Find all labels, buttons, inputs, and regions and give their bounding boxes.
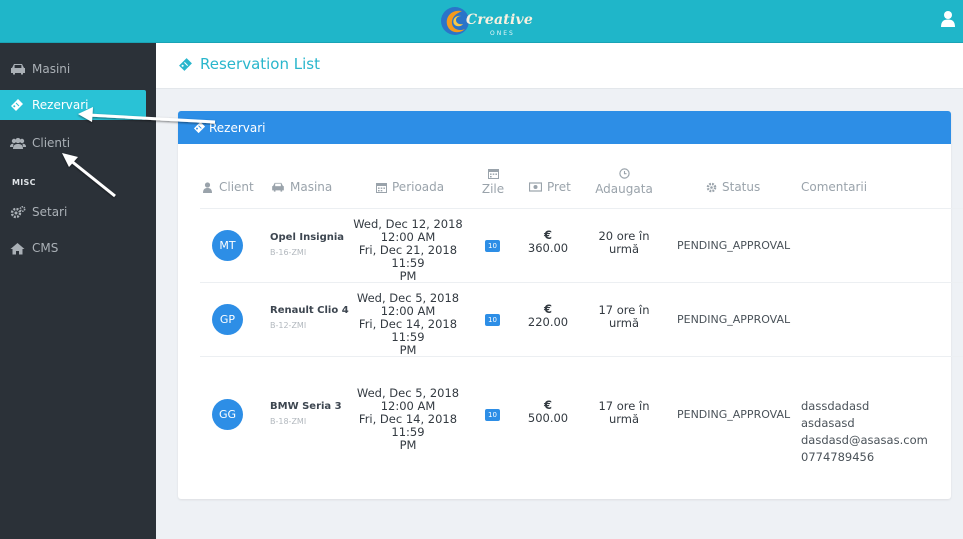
price: € 360.00 [518, 229, 578, 255]
column-pret[interactable]: Pret [529, 180, 571, 194]
period: Wed, Dec 5, 2018 12:00 AM Fri, Dec 14, 2… [343, 387, 473, 452]
added-line: urmă [608, 242, 640, 256]
sidebar-item-label: Masini [32, 62, 71, 76]
comment-line: asdasasd [801, 416, 855, 430]
column-status[interactable]: Status [706, 180, 760, 194]
car-icon [271, 182, 285, 193]
column-perioada[interactable]: Perioada [376, 180, 444, 194]
cogs-icon [10, 205, 26, 219]
comments: dassdadasd asdasasd dasdasd@asasas.com 0… [801, 398, 928, 466]
avatar: GP [212, 304, 243, 335]
gear-icon [706, 182, 717, 193]
comment-line: 0774789456 [801, 450, 875, 464]
column-label: Zile [481, 182, 505, 196]
brand-logo[interactable]: Creative ONES [440, 4, 533, 40]
annotation-arrows [62, 107, 216, 198]
arrow-to-clienti [62, 153, 116, 198]
card-header: Rezervari [178, 111, 951, 144]
added-line: urmă [608, 316, 640, 330]
column-label: Perioada [392, 180, 445, 194]
added-time: 20 ore în urmă [588, 230, 660, 256]
period-end: Fri, Dec 14, 2018 11:59 [358, 412, 458, 439]
period: Wed, Dec 12, 2018 12:00 AM Fri, Dec 21, … [343, 218, 473, 283]
car-plate: B-16-ZMI [270, 248, 307, 257]
calendar-icon [487, 168, 499, 180]
car-plate: B-12-ZMI [270, 321, 307, 330]
car-plate: B-18-ZMI [270, 417, 307, 426]
period-end: Fri, Dec 21, 2018 11:59 [358, 243, 458, 270]
period: Wed, Dec 5, 2018 12:00 AM Fri, Dec 14, 2… [343, 292, 473, 357]
top-bar: Creative ONES [0, 0, 963, 43]
car-name[interactable]: Renault Clio 4 [270, 305, 349, 316]
avatar: MT [212, 230, 243, 261]
sidebar-section-misc: MISC [12, 178, 36, 187]
user-icon[interactable] [941, 10, 955, 28]
period-end: Fri, Dec 14, 2018 11:59 [358, 317, 458, 344]
sidebar-item-masini[interactable]: Masini [0, 54, 156, 84]
column-comentarii[interactable]: Comentarii [801, 180, 867, 194]
avatar: GG [212, 399, 243, 430]
price: € 500.00 [518, 399, 578, 425]
column-adaugata[interactable]: Adaugata [594, 168, 654, 196]
column-label: Comentarii [801, 180, 868, 194]
column-label: Client [219, 180, 254, 194]
status-text: PENDING_APPROVAL [677, 239, 791, 252]
period-end-ampm: PM [399, 438, 417, 452]
reservations-card: Rezervari Client Masina Perioada Zile Pr… [178, 111, 963, 499]
status-text: PENDING_APPROVAL [677, 313, 791, 326]
ticket-icon [10, 98, 26, 112]
home-icon [10, 241, 26, 255]
sidebar-item-label: CMS [32, 241, 59, 255]
price-value: 360.00 [527, 241, 569, 255]
car-name[interactable]: BMW Seria 3 [270, 401, 342, 412]
page-header: Reservation List [156, 43, 963, 89]
column-label: Masina [290, 180, 333, 194]
row-divider [200, 356, 963, 357]
added-time: 17 ore în urmă [588, 400, 660, 426]
row-divider [200, 208, 963, 209]
clock-icon [618, 168, 630, 180]
column-zile[interactable]: Zile [480, 168, 506, 196]
brand-subtitle: ONES [490, 30, 515, 37]
days-badge: 10 [485, 409, 500, 421]
money-icon [529, 181, 542, 193]
added-line: urmă [608, 412, 640, 426]
row-divider [200, 282, 963, 283]
sidebar-item-cms[interactable]: CMS [0, 233, 156, 263]
comment-line: dassdadasd [801, 399, 870, 413]
ticket-icon [178, 57, 193, 72]
users-icon [10, 136, 26, 150]
comment-line: dasdasd@asasas.com [801, 433, 928, 447]
column-label: Adaugata [595, 182, 653, 196]
days-badge: 10 [485, 314, 500, 326]
column-masina[interactable]: Masina [271, 180, 332, 194]
price-value: 220.00 [527, 315, 569, 329]
arrow-to-rezervari [78, 107, 216, 124]
price-value: 500.00 [527, 411, 569, 425]
days-badge: 10 [485, 240, 500, 252]
page-title-text: Reservation List [200, 55, 320, 73]
added-time: 17 ore în urmă [588, 304, 660, 330]
car-icon [10, 62, 26, 76]
calendar-icon [376, 182, 387, 193]
price: € 220.00 [518, 303, 578, 329]
page-title: Reservation List [178, 55, 320, 73]
car-name[interactable]: Opel Insignia [270, 232, 344, 243]
status-text: PENDING_APPROVAL [677, 408, 791, 421]
column-label: Status [722, 180, 761, 194]
column-label: Pret [547, 180, 571, 194]
brand-name: Creative [466, 12, 533, 28]
